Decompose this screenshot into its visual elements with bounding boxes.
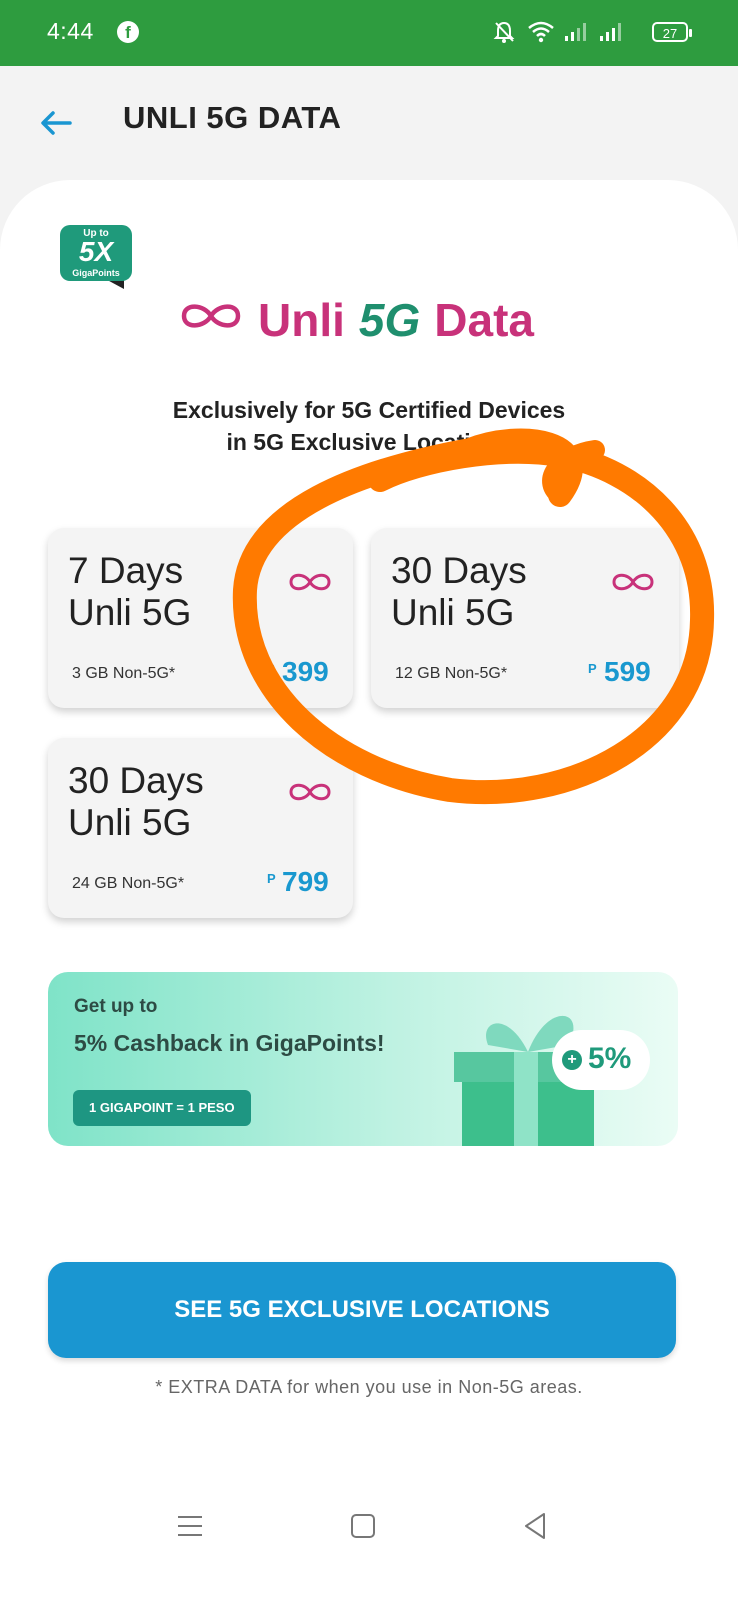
home-icon[interactable] — [345, 1508, 381, 1544]
notifications-off-icon — [493, 21, 515, 43]
battery-icon: 27 — [652, 22, 692, 42]
plan-data-note: 3 GB Non-5G* — [72, 665, 176, 682]
badge-box: Up to 5X GigaPoints — [60, 225, 132, 281]
plan-price: 599 — [604, 656, 651, 687]
plan-price: 799 — [282, 866, 329, 897]
plus-icon: + — [562, 1050, 582, 1070]
plan-data-note: 24 GB Non-5G* — [72, 875, 185, 892]
infinity-icon — [289, 783, 331, 801]
plan-currency: P — [266, 661, 275, 676]
app-header: UNLI 5G DATA — [0, 66, 738, 180]
plan-currency: P — [267, 871, 276, 886]
brand-data: Data — [434, 294, 534, 346]
gigapoints-badge: Up to 5X GigaPoints — [60, 225, 132, 293]
plan-card-7-days[interactable]: 7 Days Unli 5G 3 GB Non-5G* P 399 — [48, 528, 353, 708]
badge-multiplier: 5X — [78, 236, 114, 267]
status-bar: 4:44 f 27 — [0, 0, 738, 66]
exclusive-line-2: in 5G Exclusive Locations — [226, 429, 512, 455]
plan-data-note: 12 GB Non-5G* — [395, 665, 508, 682]
cashback-promo-banner[interactable]: Get up to 5% Cashback in GigaPoints! 1 G… — [48, 972, 678, 1146]
footnote: * EXTRA DATA for when you use in Non-5G … — [155, 1377, 583, 1397]
infinity-icon — [612, 573, 654, 591]
brand-text: Unli 5G Data — [258, 293, 534, 347]
plan-title-line-1: 7 Days — [68, 550, 184, 591]
percent-text: 5% — [588, 1042, 632, 1075]
back-arrow-icon[interactable] — [38, 108, 74, 138]
system-nav-bar — [0, 1470, 738, 1599]
back-nav-icon[interactable] — [518, 1508, 554, 1544]
plan-title: 30 Days Unli 5G — [68, 760, 204, 844]
plan-title-line-2: Unli 5G — [391, 592, 515, 633]
see-5g-locations-button[interactable]: SEE 5G EXCLUSIVE LOCATIONS — [48, 1262, 676, 1358]
exclusive-line-1: Exclusively for 5G Certified Devices — [172, 397, 566, 423]
plan-title-line-1: 30 Days — [68, 760, 204, 801]
plan-currency: P — [588, 661, 597, 676]
promo-headline: 5% Cashback in GigaPoints! — [74, 1030, 385, 1056]
percent-badge: + 5% — [552, 1030, 650, 1090]
plan-title-line-2: Unli 5G — [68, 802, 192, 843]
badge-label: GigaPoints — [72, 268, 120, 278]
signal-icon-2 — [600, 23, 621, 41]
status-time: 4:44 — [47, 18, 94, 44]
plan-price: 399 — [282, 656, 329, 687]
plan-card-30-days-24gb[interactable]: 30 Days Unli 5G 24 GB Non-5G* P 799 — [48, 738, 353, 918]
page-title: UNLI 5G DATA — [123, 100, 342, 135]
plan-title-line-1: 30 Days — [391, 550, 527, 591]
wifi-icon — [528, 21, 554, 43]
brand-unli: Unli — [258, 294, 345, 346]
plan-card-30-days-12gb[interactable]: 30 Days Unli 5G 12 GB Non-5G* P 599 — [371, 528, 679, 708]
plan-title-line-2: Unli 5G — [68, 592, 192, 633]
gigapoint-rate-chip: 1 GIGAPOINT = 1 PESO — [73, 1090, 251, 1126]
infinity-icon — [181, 304, 241, 328]
plan-title: 30 Days Unli 5G — [391, 550, 527, 634]
facebook-icon: f — [117, 21, 139, 43]
exclusive-text: Exclusively for 5G Certified Devices in … — [0, 394, 738, 458]
signal-icon-1 — [565, 23, 586, 41]
infinity-icon — [289, 573, 331, 591]
brand-5g: 5G — [358, 294, 421, 346]
plan-title: 7 Days Unli 5G — [68, 550, 191, 634]
menu-icon[interactable] — [172, 1508, 208, 1544]
promo-get-up-to: Get up to — [74, 996, 158, 1017]
